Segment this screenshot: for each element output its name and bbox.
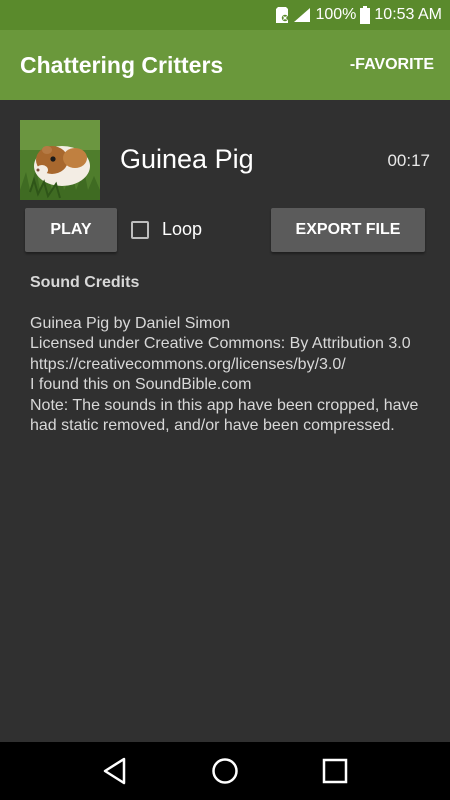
- credits-heading: Sound Credits: [30, 274, 140, 291]
- battery-percent: 100%: [315, 6, 357, 23]
- signal-icon: [293, 7, 311, 23]
- play-button[interactable]: PLAY: [25, 208, 117, 252]
- back-icon[interactable]: [95, 751, 135, 791]
- sound-duration: 00:17: [387, 151, 430, 170]
- credit-line: https://creativecommons.org/licenses/by/…: [30, 355, 346, 373]
- guinea-pig-thumbnail: [20, 120, 100, 200]
- sound-title: Guinea Pig: [120, 144, 254, 174]
- navigation-bar: [0, 742, 450, 800]
- loop-toggle[interactable]: Loop: [131, 219, 202, 240]
- loop-label: Loop: [162, 219, 203, 239]
- sound-credits: Sound Credits Guinea Pig by Daniel Simon…: [30, 273, 425, 437]
- sd-card-icon: [275, 6, 289, 24]
- credit-line: I found this on SoundBible.com: [30, 376, 252, 393]
- export-file-button[interactable]: EXPORT FILE: [271, 208, 425, 252]
- app-title: Chattering Critters: [20, 51, 224, 78]
- status-bar: 100% 10:53 AM: [0, 0, 450, 30]
- unfavorite-button[interactable]: -FAVORITE: [350, 56, 434, 74]
- battery-icon: [360, 6, 371, 24]
- app-bar: Chattering Critters -FAVORITE: [0, 30, 450, 100]
- recents-icon[interactable]: [315, 751, 355, 791]
- credit-line: Guinea Pig by Daniel Simon: [30, 314, 231, 332]
- clock: 10:53 AM: [374, 6, 442, 23]
- credits-note: Note: The sounds in this app have been c…: [30, 396, 419, 435]
- home-icon[interactable]: [205, 751, 245, 791]
- credit-line: Licensed under Creative Commons: By Attr…: [30, 335, 411, 352]
- loop-checkbox[interactable]: [131, 220, 149, 239]
